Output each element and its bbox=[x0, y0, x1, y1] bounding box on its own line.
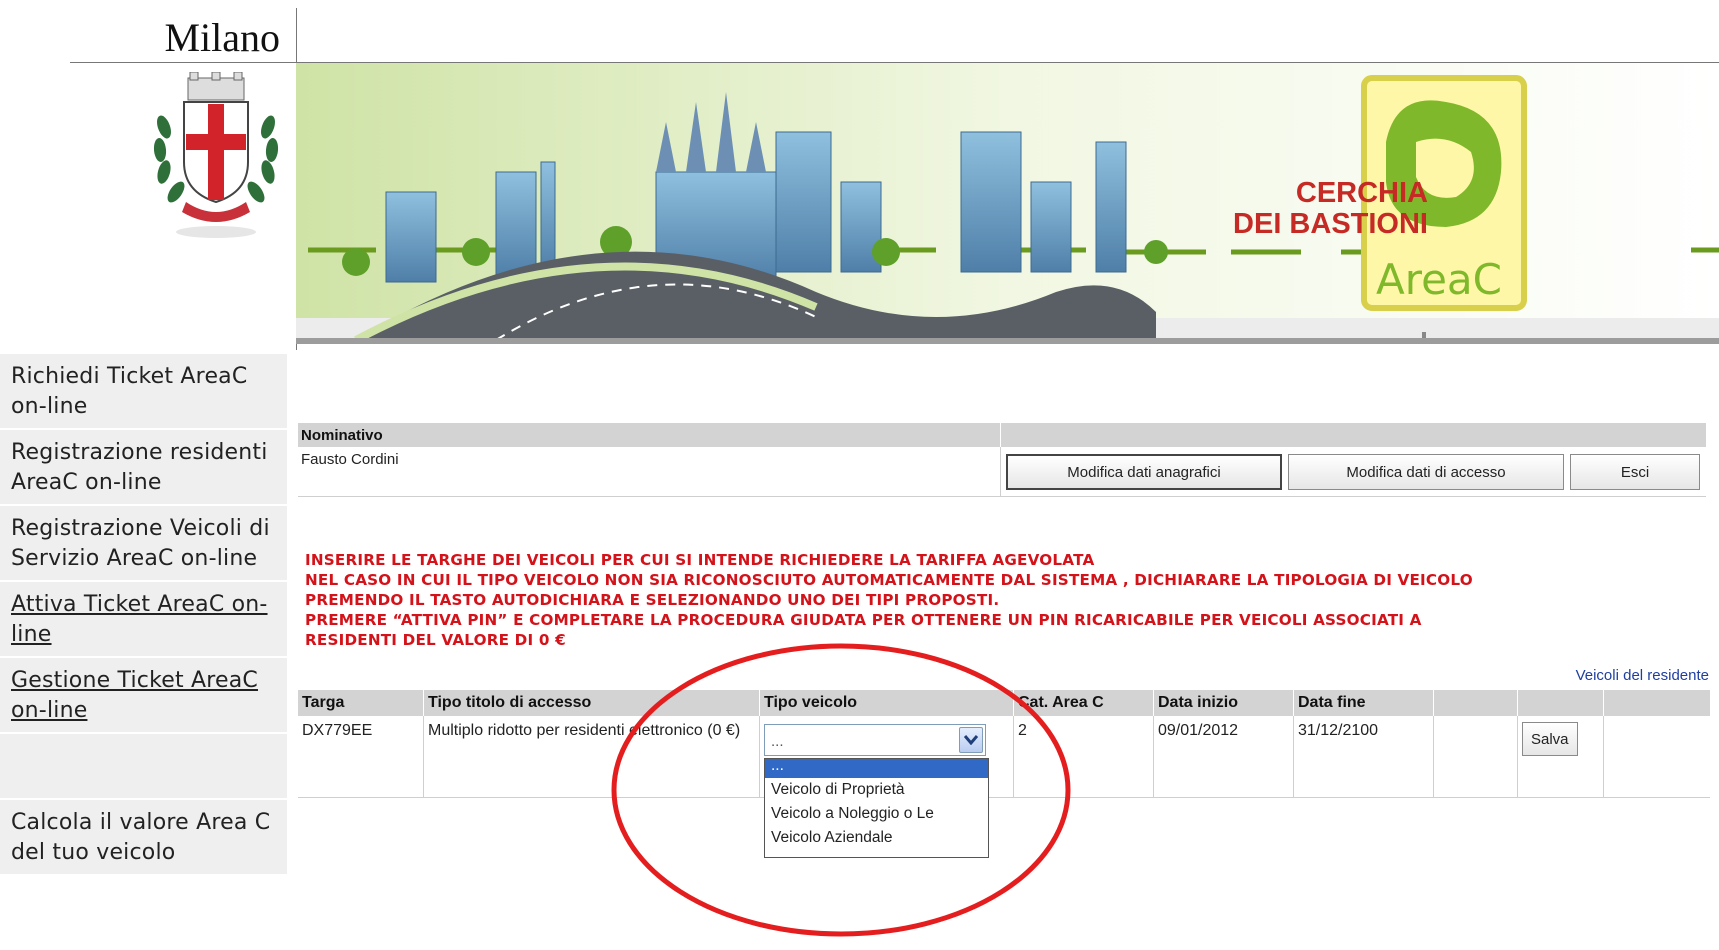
nav-richiedi-ticket[interactable]: Richiedi Ticket AreaC on-line bbox=[0, 354, 287, 430]
data-inizio-cell: 09/01/2012 bbox=[1154, 716, 1294, 797]
nav-calcola-valore[interactable]: Calcola il valore Area C del tuo veicolo bbox=[0, 800, 287, 876]
user-value-row: Fausto Cordini Modifica dati anagrafici … bbox=[298, 447, 1706, 497]
data-fine-cell: 31/12/2100 bbox=[1294, 716, 1434, 797]
col-tipo-titolo: Tipo titolo di accesso bbox=[424, 690, 760, 716]
nav-spacer bbox=[0, 734, 287, 800]
col-data-fine: Data fine bbox=[1294, 690, 1434, 716]
nav-attiva-ticket[interactable]: Attiva Ticket AreaC on-line bbox=[0, 582, 287, 658]
milano-brand: Milano bbox=[164, 15, 280, 60]
nav-gestione-ticket[interactable]: Gestione Ticket AreaC on-line bbox=[0, 658, 287, 734]
instruction-line: NEL CASO IN CUI IL TIPO VEICOLO NON SIA … bbox=[305, 571, 1473, 589]
targa-cell: DX779EE bbox=[298, 716, 424, 797]
blank-cell bbox=[1434, 716, 1518, 797]
tipo-titolo-cell: Multiplo ridotto per residenti elettroni… bbox=[424, 716, 760, 797]
col-tipo-veicolo: Tipo veicolo bbox=[760, 690, 1014, 716]
nav-registrazione-veicoli-servizio[interactable]: Registrazione Veicoli di Servizio AreaC … bbox=[0, 506, 287, 582]
col-blank-3 bbox=[1604, 690, 1710, 716]
dropdown-option-blank[interactable]: ... bbox=[765, 759, 988, 778]
vehicles-table: Targa Tipo titolo di accesso Tipo veicol… bbox=[298, 690, 1710, 798]
dropdown-option-noleggio[interactable]: Veicolo a Noleggio o Le bbox=[765, 802, 988, 826]
save-button[interactable]: Salva bbox=[1522, 722, 1578, 756]
nominativo-header: Nominativo bbox=[298, 423, 1001, 447]
instruction-line: RESIDENTI DEL VALORE DI 0 € bbox=[305, 631, 566, 649]
instruction-line: INSERIRE LE TARGHE DEI VEICOLI PER CUI S… bbox=[305, 551, 1095, 569]
user-header-blank bbox=[1001, 423, 1706, 447]
instructions-block: INSERIRE LE TARGHE DEI VEICOLI PER CUI S… bbox=[305, 550, 1715, 650]
user-actions: Modifica dati anagrafici Modifica dati d… bbox=[1001, 447, 1706, 496]
blank-cell bbox=[1604, 716, 1710, 797]
col-cat-area-c: Cat. Area C bbox=[1014, 690, 1154, 716]
instruction-line: PREMENDO IL TASTO AUTODICHIARA E SELEZIO… bbox=[305, 591, 1000, 609]
nav-registrazione-residenti[interactable]: Registrazione residenti AreaC on-line bbox=[0, 430, 287, 506]
dropdown-option-proprieta[interactable]: Veicolo di Proprietà bbox=[765, 778, 988, 802]
col-data-inizio: Data inizio bbox=[1154, 690, 1294, 716]
banner-bottom-bar bbox=[296, 338, 1719, 344]
left-column: Milano Richiedi Ticket AreaC on-line Reg… bbox=[0, 0, 296, 950]
instruction-line: PREMERE “ATTIVA PIN” E COMPLETARE LA PRO… bbox=[305, 611, 1422, 629]
col-blank-1 bbox=[1434, 690, 1518, 716]
milano-crest-icon bbox=[153, 72, 279, 238]
areac-banner-image: AreaC bbox=[296, 63, 1719, 344]
tipo-veicolo-select[interactable]: ... bbox=[764, 724, 986, 756]
dropdown-option-aziendale[interactable]: Veicolo Aziendale bbox=[765, 826, 988, 850]
user-header-row: Nominativo bbox=[298, 423, 1706, 447]
areac-sign-text: AreaC bbox=[1376, 255, 1502, 304]
sidebar-nav: Richiedi Ticket AreaC on-line Registrazi… bbox=[0, 354, 287, 876]
brand-divider bbox=[70, 62, 296, 63]
cerchia-line-1: CERCHIA bbox=[1295, 177, 1428, 209]
tipo-veicolo-selected-value: ... bbox=[771, 733, 784, 750]
user-panel: Nominativo Fausto Cordini Modifica dati … bbox=[298, 423, 1706, 497]
tipo-veicolo-dropdown-list[interactable]: ... Veicolo di Proprietà Veicolo a Noleg… bbox=[764, 758, 989, 858]
table-row: DX779EE Multiplo ridotto per residenti e… bbox=[298, 716, 1710, 798]
cat-area-c-cell: 2 bbox=[1014, 716, 1154, 797]
cerchia-line-2: DEI BASTIONI bbox=[1233, 208, 1428, 240]
col-targa: Targa bbox=[298, 690, 424, 716]
vehicles-header-row: Targa Tipo titolo di accesso Tipo veicol… bbox=[298, 690, 1710, 716]
user-name: Fausto Cordini bbox=[298, 447, 1001, 496]
edit-access-data-button[interactable]: Modifica dati di accesso bbox=[1288, 454, 1564, 490]
chevron-down-icon[interactable] bbox=[959, 727, 983, 753]
exit-button[interactable]: Esci bbox=[1570, 454, 1700, 490]
veicoli-residente-link[interactable]: Veicoli del residente bbox=[1576, 667, 1709, 684]
edit-personal-data-button[interactable]: Modifica dati anagrafici bbox=[1006, 454, 1282, 490]
cerchia-bastioni-label: CERCHIA DEI BASTIONI bbox=[1218, 178, 1428, 240]
col-blank-2 bbox=[1518, 690, 1604, 716]
save-cell: Salva bbox=[1518, 716, 1604, 797]
